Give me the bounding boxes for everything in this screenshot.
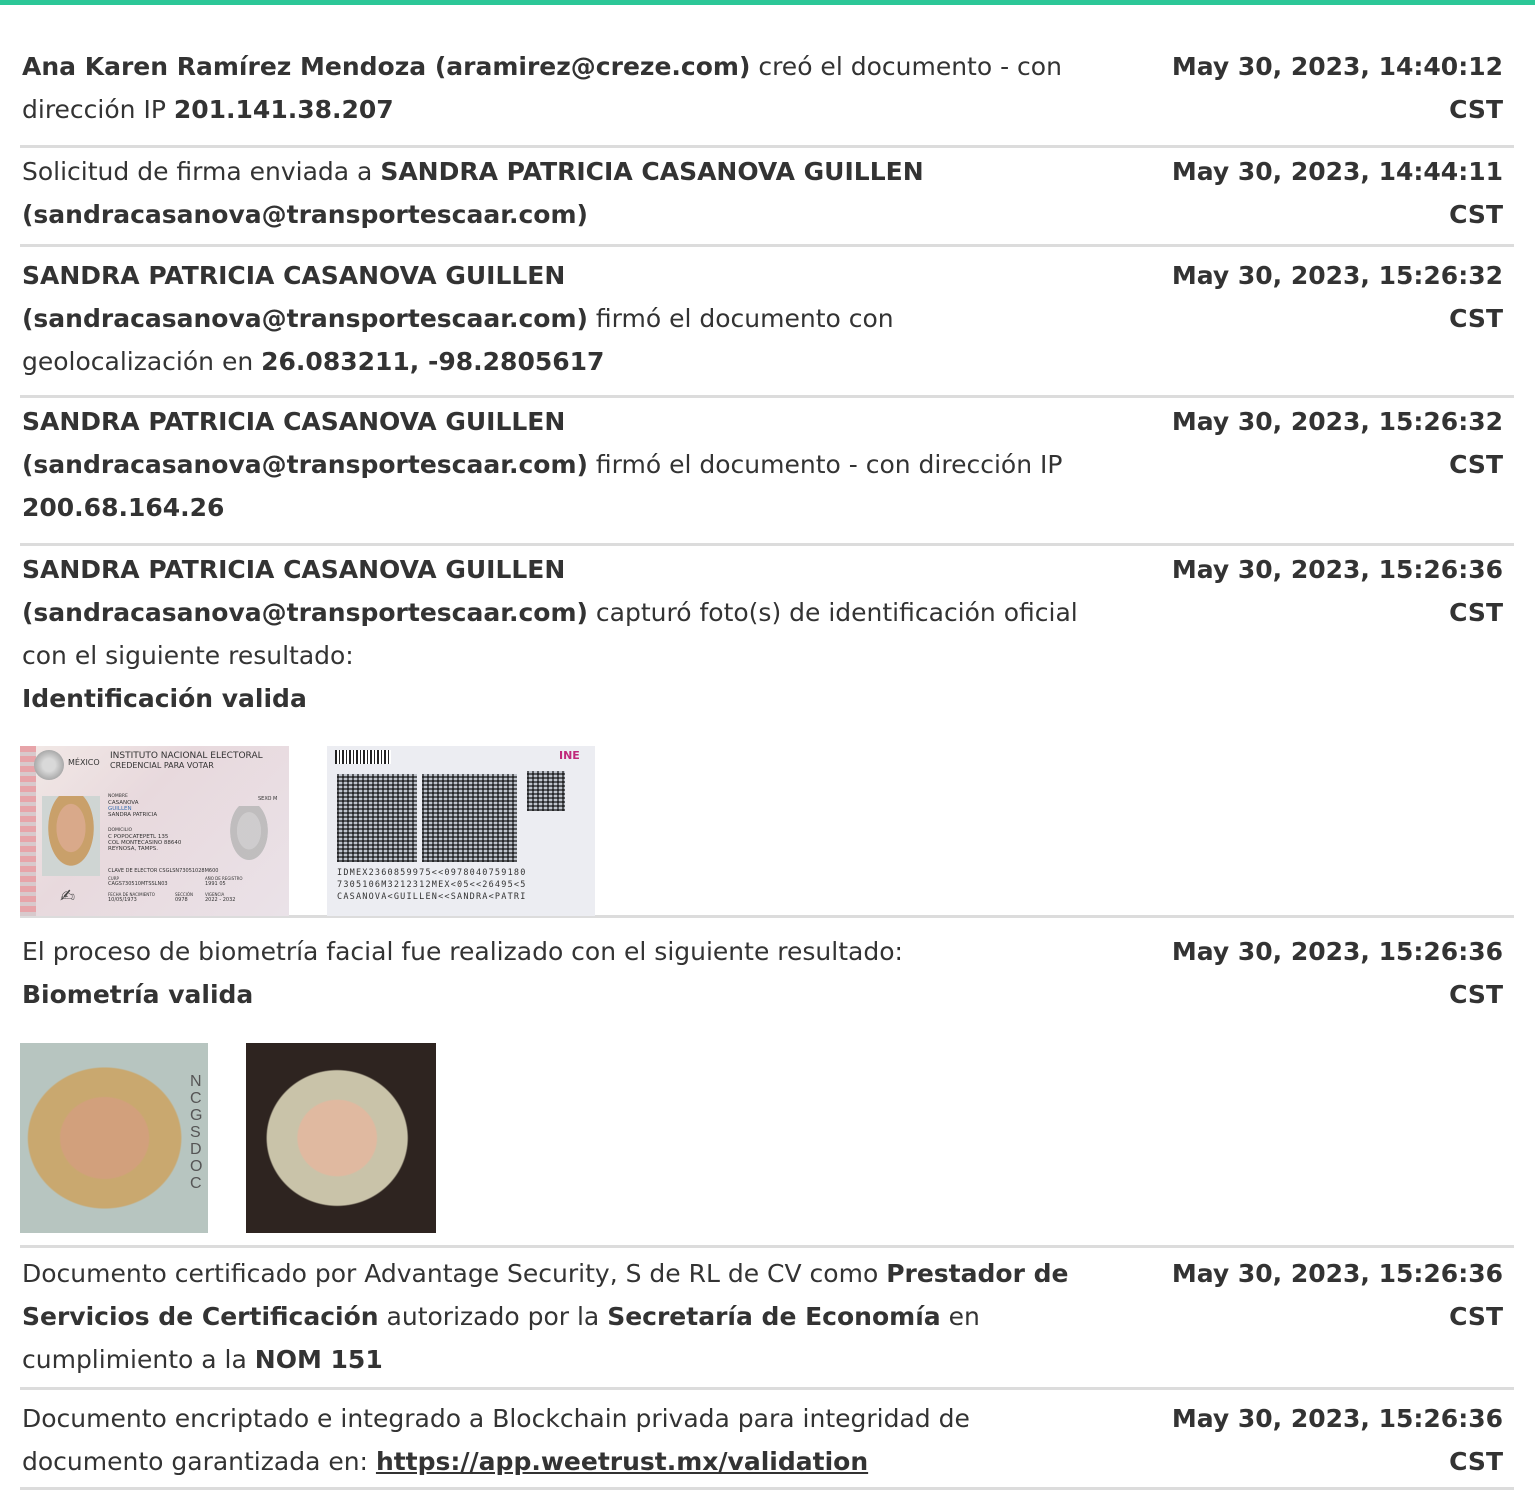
card-reg: 1991 05	[205, 881, 226, 887]
audit-description: Solicitud de firma enviada a SANDRA PATR…	[22, 150, 1082, 236]
card-address-line: REYNOSA, TAMPS.	[108, 846, 158, 852]
description-text: El proceso de biometría facial fue reali…	[22, 937, 903, 966]
card-qr-code-large	[337, 774, 417, 862]
audit-row: SANDRA PATRICIA CASANOVA GUILLEN (sandra…	[20, 254, 1514, 398]
id-card-front-image: MÉXICO INSTITUTO NACIONAL ELECTORAL CREDEN…	[20, 746, 289, 916]
audit-description: SANDRA PATRICIA CASANOVA GUILLEN (sandra…	[22, 548, 1082, 720]
emphasis-text: SANDRA PATRICIA CASANOVA GUILLEN (sandra…	[22, 555, 588, 627]
card-sex: SEXO M	[258, 796, 278, 802]
audit-description: Ana Karen Ramírez Mendoza (aramirez@crez…	[22, 45, 1082, 131]
emphasis-text: SANDRA PATRICIA CASANOVA GUILLEN (sandra…	[22, 261, 588, 333]
emphasis-text: 200.68.164.26	[22, 493, 225, 522]
emphasis-text: NOM 151	[254, 1345, 383, 1374]
audit-description: Documento encriptado e integrado a Block…	[22, 1397, 1082, 1483]
audit-timestamp: May 30, 2023, 15:26:32 CST	[1171, 407, 1503, 479]
card-validity: 2022 - 2032	[205, 897, 236, 903]
card-mrz-line: IDMEX2360859975<<0978040759180	[337, 868, 527, 878]
card-barcode	[335, 750, 391, 764]
card-curp: CAGS730510MTSSLN03	[108, 881, 168, 887]
card-institute: INSTITUTO NACIONAL ELECTORAL	[110, 751, 263, 761]
live-selfie-image	[246, 1043, 436, 1233]
audit-timestamp: May 30, 2023, 14:40:12 CST	[1171, 52, 1503, 124]
audit-timestamp: May 30, 2023, 15:26:36 CST	[1171, 555, 1503, 627]
card-holder-photo	[42, 796, 100, 876]
audit-row: SANDRA PATRICIA CASANOVA GUILLEN (sandra…	[20, 548, 1514, 918]
top-accent-bar	[0, 0, 1535, 5]
emphasis-text: Secretaría de Economía	[607, 1302, 941, 1331]
audit-timestamp: May 30, 2023, 15:26:36 CST	[1171, 1404, 1503, 1476]
card-name-line: SANDRA PATRICIA	[108, 812, 158, 818]
emphasis-text: Ana Karen Ramírez Mendoza (aramirez@crez…	[22, 52, 751, 81]
emphasis-text: Identificación valida	[22, 684, 307, 713]
validation-link[interactable]: https://app.weetrust.mx/validation	[376, 1447, 868, 1476]
description-text: Documento certificado por Advantage Secu…	[22, 1259, 887, 1288]
card-section: 0978	[175, 897, 188, 903]
card-type: CREDENCIAL PARA VOTAR	[110, 761, 214, 770]
card-ghost-photo	[225, 806, 273, 868]
description-text: Solicitud de firma enviada a	[22, 157, 381, 186]
audit-timestamp: May 30, 2023, 14:44:11 CST	[1171, 157, 1503, 229]
audit-timestamp: May 30, 2023, 15:26:36 CST	[1171, 937, 1503, 1009]
audit-timestamp: May 30, 2023, 15:26:32 CST	[1171, 261, 1503, 333]
ine-logo: INE	[559, 749, 580, 762]
card-mrz-line: 7305106M3212312MEX<05<<26495<5	[337, 880, 527, 890]
national-seal-icon	[34, 750, 64, 780]
emphasis-text: Biometría valida	[22, 980, 254, 1009]
card-address-label: DOMICILIO	[108, 828, 133, 833]
audit-row: Documento encriptado e integrado a Block…	[20, 1397, 1514, 1490]
description-text: firmó el documento - con dirección IP	[587, 450, 1063, 479]
card-dob: 10/05/1973	[108, 897, 137, 903]
card-name-label: NOMBRE	[108, 794, 128, 799]
audit-description: El proceso de biometría facial fue reali…	[22, 930, 1082, 1016]
card-elector-key: CLAVE DE ELECTOR CSGLSN73051028M600	[108, 868, 219, 874]
face-crop-card-letters: NCGSDOC	[190, 1073, 203, 1192]
audit-row: Ana Karen Ramírez Mendoza (aramirez@crez…	[20, 45, 1514, 148]
audit-row: El proceso de biometría facial fue reali…	[20, 930, 1514, 1248]
card-qr-code-small	[527, 771, 565, 811]
audit-description: SANDRA PATRICIA CASANOVA GUILLEN (sandra…	[22, 254, 1082, 383]
audit-row: SANDRA PATRICIA CASANOVA GUILLEN (sandra…	[20, 400, 1514, 546]
audit-description: Documento certificado por Advantage Secu…	[22, 1252, 1082, 1381]
audit-row: Documento certificado por Advantage Secu…	[20, 1252, 1514, 1390]
audit-timestamp: May 30, 2023, 15:26:36 CST	[1171, 1259, 1503, 1331]
description-text: autorizado por la	[378, 1302, 608, 1331]
card-mrz-line: CASANOVA<GUILLEN<<SANDRA<PATRI	[337, 892, 527, 902]
emphasis-text: 26.083211, -98.2805617	[261, 347, 605, 376]
card-security-strip	[20, 746, 36, 916]
id-face-crop-image: NCGSDOC	[20, 1043, 208, 1233]
audit-description: SANDRA PATRICIA CASANOVA GUILLEN (sandra…	[22, 400, 1082, 529]
signature-mark: ✍	[60, 886, 76, 907]
emphasis-text: 201.141.38.207	[173, 95, 394, 124]
audit-row: Solicitud de firma enviada a SANDRA PATR…	[20, 150, 1514, 247]
card-country: MÉXICO	[68, 758, 100, 767]
id-card-back-image: INE IDMEX2360859975<<0978040759180 7305106…	[327, 746, 595, 916]
card-qr-code-large	[422, 774, 517, 862]
emphasis-text: SANDRA PATRICIA CASANOVA GUILLEN (sandra…	[22, 407, 588, 479]
